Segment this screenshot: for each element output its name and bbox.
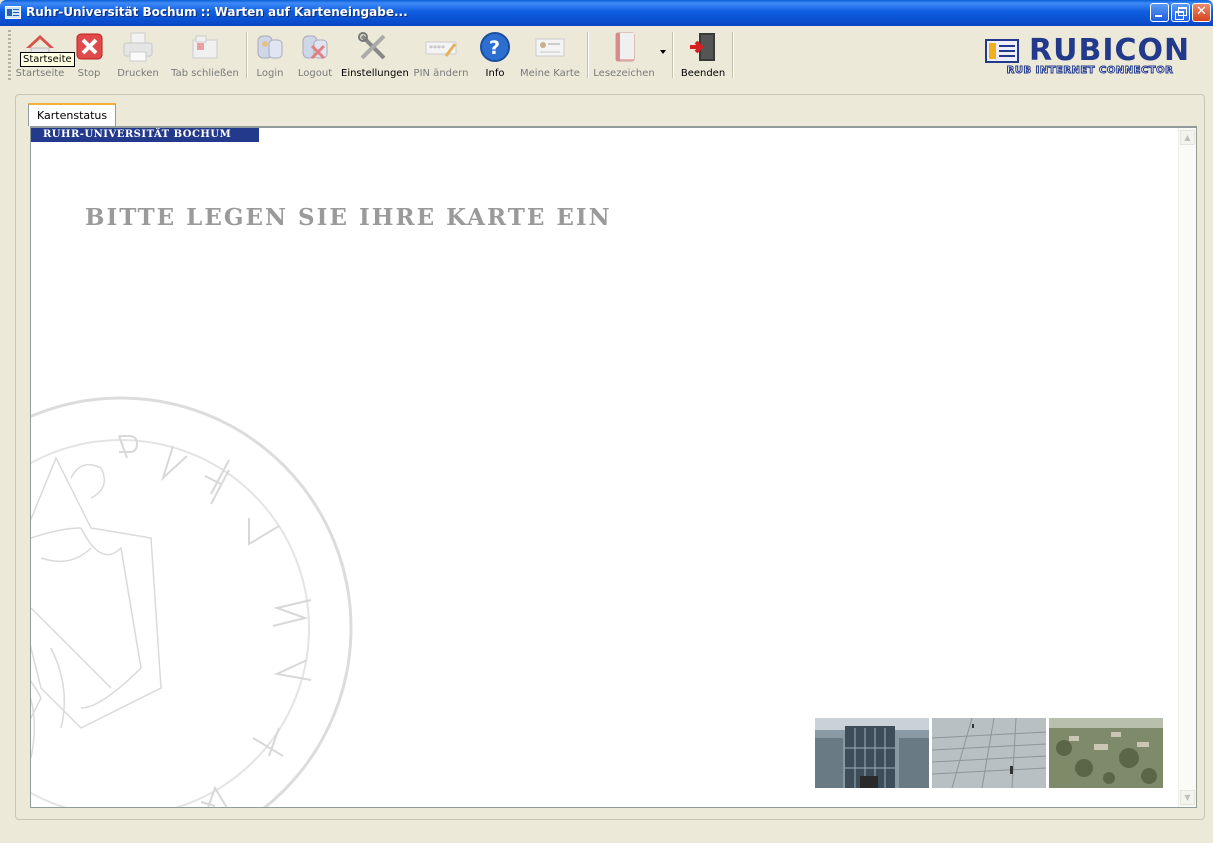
pin-change-button[interactable]: **** PIN ändern	[412, 30, 470, 82]
vertical-scrollbar[interactable]: ▲ ▼	[1178, 128, 1196, 807]
svg-text:?: ?	[489, 37, 500, 59]
pin-change-icon: ****	[425, 41, 457, 57]
university-banner: RUHR-UNIVERSITÄT BOCHUM	[31, 128, 259, 142]
svg-text:****: ****	[429, 44, 445, 53]
login-label: Login	[256, 68, 284, 79]
logo-tagline: RUB INTERNET CONNECTOR	[1006, 65, 1174, 77]
university-seal-watermark	[31, 396, 353, 807]
exit-door-icon	[690, 33, 715, 61]
settings-button[interactable]: Einstellungen	[341, 30, 409, 82]
logo-card-icon	[985, 39, 1019, 63]
bookmarks-label: Lesezeichen	[593, 68, 655, 79]
exit-button[interactable]: Beenden	[678, 30, 728, 82]
toolbar-separator	[587, 32, 589, 78]
bookmarks-dropdown-arrow-icon[interactable]	[660, 50, 666, 54]
close-window-button[interactable]	[1192, 3, 1211, 22]
window-titlebar[interactable]: Ruhr-Universität Bochum :: Warten auf Ka…	[0, 0, 1213, 26]
info-button[interactable]: ? Info	[478, 30, 512, 82]
scroll-up-arrow-icon[interactable]: ▲	[1180, 130, 1195, 145]
minimize-button[interactable]	[1150, 3, 1169, 22]
home-label: Startseite	[15, 68, 65, 79]
logo-word: RUBICON	[1029, 33, 1191, 68]
tab-content: RUHR-UNIVERSITÄT BOCHUM BITTE LEGEN SIE …	[30, 126, 1197, 808]
my-card-button[interactable]: Meine Karte	[519, 30, 581, 82]
toolbar-separator	[246, 32, 248, 78]
logout-label: Logout	[297, 68, 333, 79]
rubicon-logo: RUBICON RUB INTERNET CONNECTOR	[985, 33, 1195, 77]
info-icon: ?	[480, 32, 510, 62]
tab-kartenstatus[interactable]: Kartenstatus	[28, 103, 117, 126]
restore-button[interactable]	[1171, 3, 1190, 22]
print-button[interactable]: Drucken	[114, 30, 162, 82]
close-tab-icon	[192, 35, 218, 59]
stop-label: Stop	[77, 68, 101, 79]
settings-tools-icon	[358, 32, 386, 60]
bookmarks-button[interactable]: Lesezeichen	[593, 30, 655, 82]
stop-icon	[76, 33, 103, 60]
campus-plaza-photo	[932, 718, 1046, 788]
my-card-label: Meine Karte	[520, 68, 580, 79]
info-label: Info	[485, 68, 505, 79]
campus-aerial-photo	[1049, 718, 1163, 788]
close-tab-button[interactable]: Tab schließen	[170, 30, 240, 82]
print-label: Drucken	[117, 68, 159, 79]
stop-button[interactable]: Stop	[72, 30, 106, 82]
bookmark-book-icon	[615, 32, 635, 62]
id-card-icon	[535, 38, 565, 57]
tooltip: Startseite	[20, 52, 75, 67]
settings-label: Einstellungen	[341, 68, 409, 79]
campus-building-photo	[815, 718, 929, 788]
pin-change-label: PIN ändern	[413, 68, 469, 79]
insert-card-prompt: BITTE LEGEN SIE IHRE KARTE EIN	[85, 204, 612, 231]
logout-icon	[302, 35, 328, 60]
app-card-icon	[5, 6, 21, 19]
toolbar-grip[interactable]	[8, 30, 11, 80]
login-button[interactable]: Login	[252, 30, 288, 82]
toolbar-separator	[672, 32, 674, 78]
toolbar-separator	[732, 32, 734, 78]
logout-button[interactable]: Logout	[293, 30, 337, 82]
login-icon	[257, 35, 283, 59]
window-title: Ruhr-Universität Bochum :: Warten auf Ka…	[26, 5, 408, 19]
exit-label: Beenden	[680, 68, 726, 79]
printer-icon	[123, 32, 153, 62]
scroll-down-arrow-icon[interactable]: ▼	[1180, 790, 1195, 805]
close-tab-label: Tab schließen	[171, 68, 239, 79]
